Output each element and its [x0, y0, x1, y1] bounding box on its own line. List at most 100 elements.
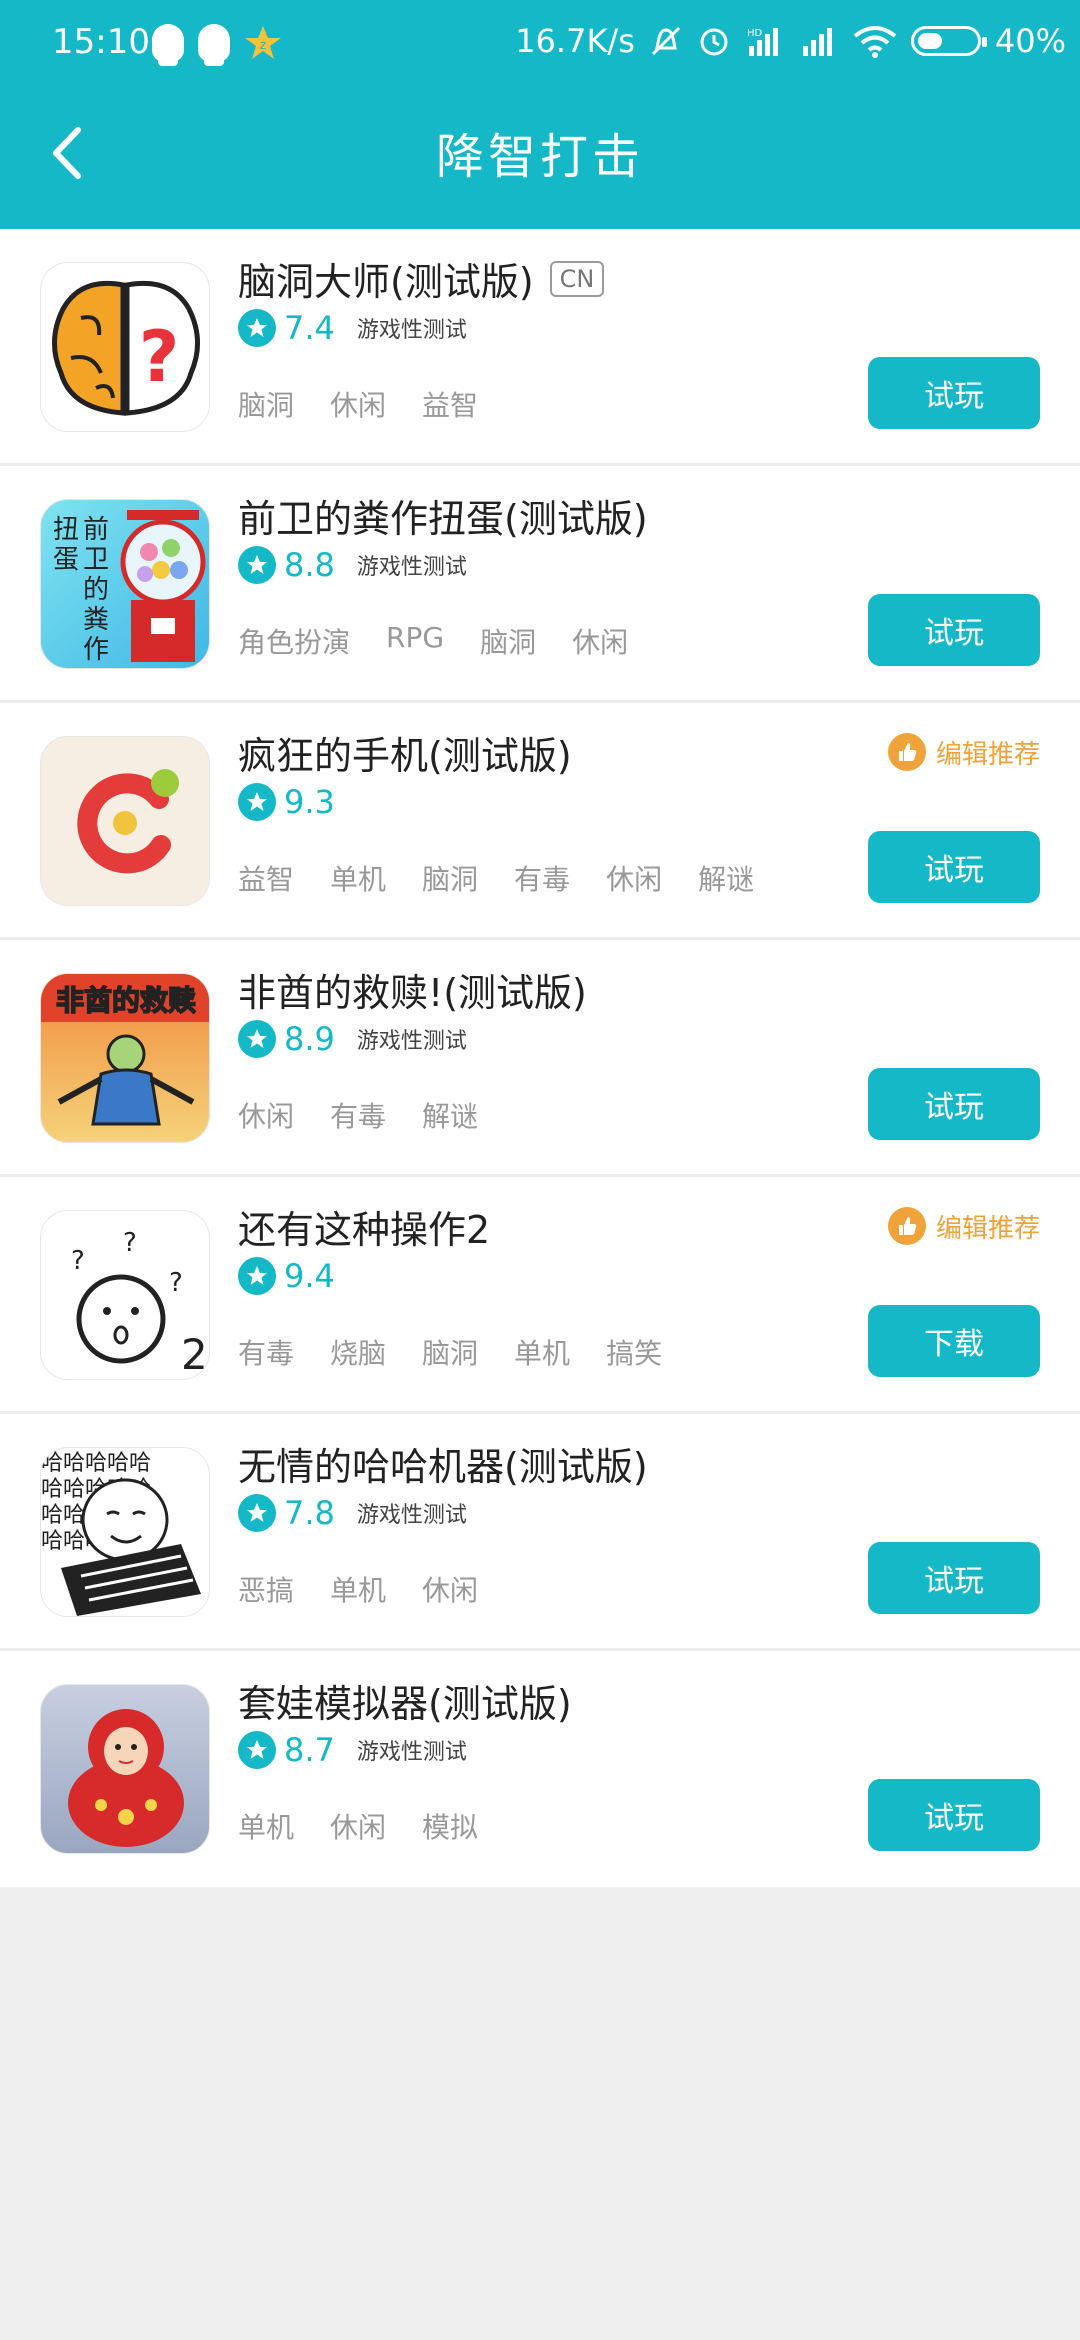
- tag[interactable]: 休闲: [422, 1569, 478, 1609]
- network-speed: 16.7K/s: [515, 22, 635, 60]
- tag-list: 益智 单机 脑洞 有毒 休闲 解谜: [238, 858, 790, 898]
- star-icon: [238, 783, 276, 821]
- redemption-comic-icon: 非酋的救赎: [40, 973, 210, 1143]
- download-button[interactable]: 下载: [868, 1305, 1040, 1377]
- tag[interactable]: 有毒: [514, 858, 570, 898]
- rating-score: 7.4: [284, 309, 335, 347]
- matryoshka-doll-icon: [40, 1684, 210, 1854]
- hd-signal-icon: HD: [747, 28, 778, 56]
- tag[interactable]: 休闲: [572, 621, 628, 661]
- game-list-item[interactable]: 疯狂的手机(测试版) 编辑推荐 9.3 益智 单机 脑洞 有毒 休闲 解谜 试玩: [0, 703, 1080, 940]
- battery-percent: 40%: [994, 22, 1066, 60]
- tag[interactable]: 休闲: [238, 1095, 294, 1135]
- try-play-button[interactable]: 试玩: [868, 1542, 1040, 1614]
- tag[interactable]: 脑洞: [422, 858, 478, 898]
- svg-text:的: 的: [83, 575, 109, 605]
- tag[interactable]: RPG: [386, 621, 444, 661]
- try-play-button[interactable]: 试玩: [868, 1779, 1040, 1851]
- tag[interactable]: 模拟: [422, 1806, 478, 1846]
- tag[interactable]: 单机: [238, 1806, 294, 1846]
- game-list-item[interactable]: 非酋的救赎 非酋的救赎!(测试版) 8.9 游戏性测试 休闲 有毒 解谜 试玩: [0, 940, 1080, 1177]
- rating-row: 7.8 游戏性测试: [238, 1494, 467, 1532]
- rating-score: 7.8: [284, 1494, 335, 1532]
- tag[interactable]: 有毒: [330, 1095, 386, 1135]
- svg-text:粪: 粪: [83, 605, 109, 635]
- game-list-item[interactable]: ? 脑洞大师(测试版) CN 7.4 游戏性测试 脑洞 休闲 益智 试玩: [0, 229, 1080, 466]
- tag-list: 休闲 有毒 解谜: [238, 1095, 514, 1135]
- tag[interactable]: 烧脑: [330, 1332, 386, 1372]
- svg-text:前: 前: [83, 515, 109, 545]
- crazy-phone-logo-icon: [40, 736, 210, 906]
- tag-list: 恶搞 单机 休闲: [238, 1569, 514, 1609]
- status-bar: 15:10 z 16.7K/s HD 40%: [0, 0, 1080, 95]
- tag[interactable]: 单机: [514, 1332, 570, 1372]
- nav-bar: 降智打击: [0, 95, 1080, 229]
- tag[interactable]: 解谜: [698, 858, 754, 898]
- star-icon: [238, 309, 276, 347]
- tag[interactable]: 益智: [238, 858, 294, 898]
- tag[interactable]: 脑洞: [238, 384, 294, 424]
- brain-question-icon: ?: [40, 262, 210, 432]
- surprised-face-icon: ? ? ? 2: [40, 1210, 210, 1380]
- rating-row: 8.8 游戏性测试: [238, 546, 467, 584]
- editor-recommend-badge: 编辑推荐: [887, 1207, 1040, 1245]
- game-list-item[interactable]: 哈哈哈哈哈 哈哈哈哈哈 哈哈哈哈哈 哈哈哈哈哈 无情的哈哈机器(测试版) 7.8…: [0, 1414, 1080, 1651]
- try-play-button[interactable]: 试玩: [868, 357, 1040, 429]
- game-name: 非酋的救赎!(测试版): [238, 971, 587, 1015]
- rating-row: 9.3: [238, 783, 335, 821]
- tag-list: 有毒 烧脑 脑洞 单机 搞笑: [238, 1332, 698, 1372]
- try-play-button[interactable]: 试玩: [868, 831, 1040, 903]
- star-icon: [238, 546, 276, 584]
- tag[interactable]: 恶搞: [238, 1569, 294, 1609]
- try-play-button[interactable]: 试玩: [868, 594, 1040, 666]
- svg-text:扭: 扭: [53, 515, 79, 545]
- tag[interactable]: 休闲: [330, 384, 386, 424]
- qq-icon: [198, 24, 230, 66]
- qq-icon: [152, 24, 184, 66]
- test-status: 游戏性测试: [356, 318, 467, 343]
- game-list-item[interactable]: ? ? ? 2 还有这种操作2 编辑推荐 9.4 有毒 烧脑 脑洞 单机 搞笑 …: [0, 1177, 1080, 1414]
- tag[interactable]: 角色扮演: [238, 621, 350, 661]
- rating-score: 8.8: [284, 546, 335, 584]
- tag[interactable]: 休闲: [330, 1806, 386, 1846]
- game-list-item[interactable]: 扭 蛋 前 卫 的 粪 作 前卫的粪作扭蛋(测试版) 8.8 游戏性测试 角色扮…: [0, 466, 1080, 703]
- rating-score: 8.9: [284, 1020, 335, 1058]
- tag[interactable]: 有毒: [238, 1332, 294, 1372]
- tag[interactable]: 休闲: [606, 858, 662, 898]
- game-name: 套娃模拟器(测试版): [238, 1682, 572, 1726]
- star-icon: [238, 1731, 276, 1769]
- tag[interactable]: 益智: [422, 384, 478, 424]
- try-play-button[interactable]: 试玩: [868, 1068, 1040, 1140]
- game-list-item[interactable]: 套娃模拟器(测试版) 8.7 游戏性测试 单机 休闲 模拟 试玩: [0, 1651, 1080, 1887]
- game-name: 脑洞大师(测试版) CN: [238, 251, 605, 306]
- icon-number: 2: [181, 1330, 208, 1379]
- tag[interactable]: 解谜: [422, 1095, 478, 1135]
- game-name: 还有这种操作2: [238, 1208, 491, 1252]
- top-app-bar: 15:10 z 16.7K/s HD 40% 降智打击: [0, 0, 1080, 229]
- editor-recommend-label: 编辑推荐: [935, 1213, 1040, 1244]
- tag[interactable]: 单机: [330, 1569, 386, 1609]
- svg-text:?: ?: [71, 1246, 85, 1276]
- star-icon: [238, 1020, 276, 1058]
- game-list: ? 脑洞大师(测试版) CN 7.4 游戏性测试 脑洞 休闲 益智 试玩 扭 蛋 …: [0, 229, 1080, 1887]
- battery-icon: [910, 26, 987, 56]
- signal-icon: [802, 28, 832, 56]
- test-status: 游戏性测试: [356, 1029, 467, 1054]
- svg-text:非酋的救赎: 非酋的救赎: [56, 984, 196, 1017]
- star-badge-icon: z: [244, 24, 282, 62]
- icon-haha-text: 哈哈哈哈哈: [41, 1451, 151, 1476]
- game-name: 无情的哈哈机器(测试版): [238, 1445, 648, 1489]
- svg-text:蛋: 蛋: [53, 545, 79, 575]
- tag[interactable]: 搞笑: [606, 1332, 662, 1372]
- tag-list: 角色扮演 RPG 脑洞 休闲: [238, 621, 664, 661]
- game-name: 疯狂的手机(测试版): [238, 734, 572, 778]
- status-right: 16.7K/s HD 40%: [515, 22, 1066, 60]
- svg-text:作: 作: [83, 635, 109, 665]
- tag[interactable]: 脑洞: [422, 1332, 478, 1372]
- tag[interactable]: 脑洞: [480, 621, 536, 661]
- tag[interactable]: 单机: [330, 858, 386, 898]
- rating-score: 9.3: [284, 783, 335, 821]
- status-time: 15:10: [52, 22, 150, 62]
- rating-row: 8.7 游戏性测试: [238, 1731, 467, 1769]
- page-title: 降智打击: [435, 129, 644, 185]
